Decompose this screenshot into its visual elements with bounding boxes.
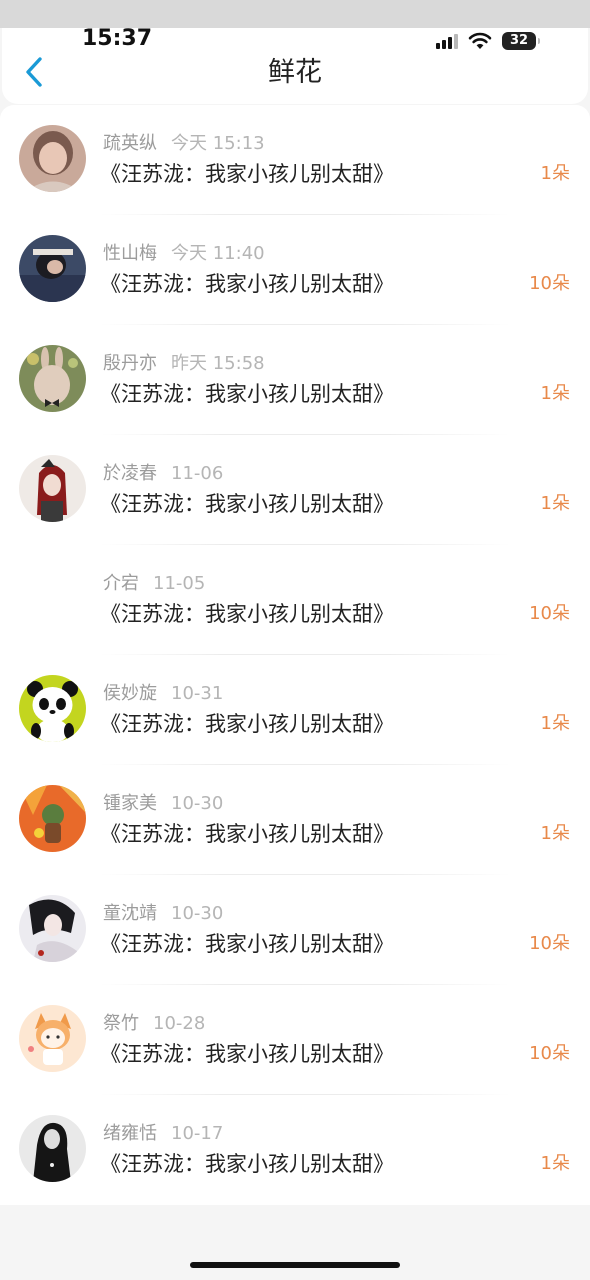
- book-title: 《汪苏泷：我家小孩儿别太甜》: [100, 382, 394, 406]
- page-title: 鲜花: [268, 57, 322, 88]
- user-name: 疏英纵: [103, 133, 157, 154]
- list-item[interactable]: 锺家美 10-30 《汪苏泷：我家小孩儿别太甜》 1朵: [0, 765, 590, 875]
- timestamp: 10-31: [171, 683, 224, 704]
- timestamp: 今天 15:13: [171, 133, 265, 154]
- user-name: 侯妙旋: [103, 683, 157, 704]
- avatar[interactable]: [19, 565, 86, 632]
- avatar[interactable]: [19, 125, 86, 192]
- book-title: 《汪苏泷：我家小孩儿别太甜》: [100, 822, 394, 846]
- avatar[interactable]: [19, 1115, 86, 1182]
- flower-count: 10朵: [529, 273, 570, 294]
- list-item[interactable]: 殷丹亦 昨天 15:58 《汪苏泷：我家小孩儿别太甜》 1朵: [0, 325, 590, 435]
- timestamp: 11-05: [153, 573, 206, 594]
- header: 15:37 32 鲜花: [2, 26, 588, 104]
- wifi-icon: [468, 32, 492, 49]
- avatar[interactable]: [19, 1005, 86, 1072]
- list-item[interactable]: 侯妙旋 10-31 《汪苏泷：我家小孩儿别太甜》 1朵: [0, 655, 590, 765]
- user-name: 殷丹亦: [103, 353, 157, 374]
- timestamp: 11-06: [171, 463, 224, 484]
- user-name: 性山梅: [103, 243, 157, 264]
- book-title: 《汪苏泷：我家小孩儿别太甜》: [100, 1152, 394, 1176]
- list-item[interactable]: 祭竹 10-28 《汪苏泷：我家小孩儿别太甜》 10朵: [0, 985, 590, 1095]
- timestamp: 10-28: [153, 1013, 206, 1034]
- flower-count: 1朵: [540, 713, 570, 734]
- timestamp: 10-17: [171, 1123, 224, 1144]
- flower-count: 10朵: [529, 603, 570, 624]
- user-name: 祭竹: [103, 1013, 139, 1034]
- book-title: 《汪苏泷：我家小孩儿别太甜》: [100, 492, 394, 516]
- list-item[interactable]: 性山梅 今天 11:40 《汪苏泷：我家小孩儿别太甜》 10朵: [0, 215, 590, 325]
- battery-icon: 32: [502, 32, 540, 50]
- avatar[interactable]: [19, 785, 86, 852]
- book-title: 《汪苏泷：我家小孩儿别太甜》: [100, 712, 394, 736]
- home-indicator[interactable]: [190, 1262, 400, 1268]
- status-time: 15:37: [82, 26, 153, 51]
- flower-count: 10朵: [529, 933, 570, 954]
- avatar[interactable]: [19, 895, 86, 962]
- timestamp: 10-30: [171, 793, 224, 814]
- timestamp: 昨天 15:58: [171, 353, 265, 374]
- list-item[interactable]: 於凌春 11-06 《汪苏泷：我家小孩儿别太甜》 1朵: [0, 435, 590, 545]
- flower-count: 10朵: [529, 1043, 570, 1064]
- flower-count: 1朵: [540, 823, 570, 844]
- status-icons: 32: [436, 30, 540, 52]
- user-name: 於凌春: [103, 463, 157, 484]
- list-item[interactable]: 绪雍恬 10-17 《汪苏泷：我家小孩儿别太甜》 1朵: [0, 1095, 590, 1205]
- battery-level: 32: [509, 33, 529, 48]
- avatar[interactable]: [19, 675, 86, 742]
- timestamp: 10-30: [171, 903, 224, 924]
- user-name: 介宕: [103, 573, 139, 594]
- flower-count: 1朵: [540, 1153, 570, 1174]
- book-title: 《汪苏泷：我家小孩儿别太甜》: [100, 1042, 394, 1066]
- flower-count: 1朵: [540, 383, 570, 404]
- avatar[interactable]: [19, 235, 86, 302]
- list-item[interactable]: 介宕 11-05 《汪苏泷：我家小孩儿别太甜》 10朵: [0, 545, 590, 655]
- user-name: 绪雍恬: [103, 1123, 157, 1144]
- cellular-signal-icon: [436, 33, 458, 49]
- book-title: 《汪苏泷：我家小孩儿别太甜》: [100, 932, 394, 956]
- book-title: 《汪苏泷：我家小孩儿别太甜》: [100, 162, 394, 186]
- avatar[interactable]: [19, 345, 86, 412]
- flower-count: 1朵: [540, 163, 570, 184]
- avatar[interactable]: [19, 455, 86, 522]
- list-item[interactable]: 疏英纵 今天 15:13 《汪苏泷：我家小孩儿别太甜》 1朵: [0, 105, 590, 215]
- book-title: 《汪苏泷：我家小孩儿别太甜》: [100, 272, 394, 296]
- flower-list: 疏英纵 今天 15:13 《汪苏泷：我家小孩儿别太甜》 1朵 性山梅 今天 11:4…: [0, 105, 590, 1205]
- timestamp: 今天 11:40: [171, 243, 265, 264]
- status-bar-background: [0, 0, 590, 28]
- list-item[interactable]: 童沈靖 10-30 《汪苏泷：我家小孩儿别太甜》 10朵: [0, 875, 590, 985]
- flower-count: 1朵: [540, 493, 570, 514]
- book-title: 《汪苏泷：我家小孩儿别太甜》: [100, 602, 394, 626]
- user-name: 锺家美: [103, 793, 157, 814]
- user-name: 童沈靖: [103, 903, 157, 924]
